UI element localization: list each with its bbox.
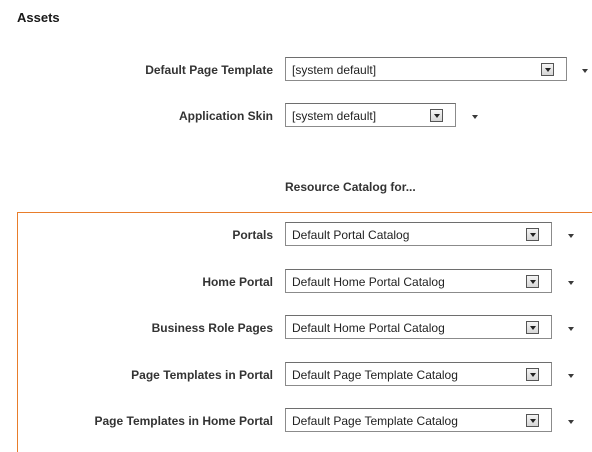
application-skin-value: [system default] [292,109,377,123]
page-template-select[interactable]: [system default] [285,57,567,81]
caret-down-icon[interactable] [568,281,574,285]
dropdown-arrow-icon[interactable] [526,414,539,427]
dropdown-arrow-icon[interactable] [526,228,539,241]
business-role-pages-label: Business Role Pages [151,321,273,335]
section-title: Assets [17,10,60,25]
caret-down-icon[interactable] [568,420,574,424]
caret-down-icon[interactable] [568,327,574,331]
caret-down-icon[interactable] [568,374,574,378]
page-templates-in-portal-catalog-value: Default Page Template Catalog [292,368,458,382]
dropdown-arrow-icon[interactable] [526,368,539,381]
home-portal-catalog-value: Default Home Portal Catalog [292,275,445,289]
caret-down-icon[interactable] [568,234,574,238]
page-templates-in-home-portal-label: Page Templates in Home Portal [94,414,274,428]
dropdown-arrow-icon[interactable] [541,63,554,76]
dropdown-arrow-icon[interactable] [526,275,539,288]
page-template-label: Default Page Template [145,63,273,77]
page-templates-in-portal-label: Page Templates in Portal [131,368,273,382]
home-portal-label: Home Portal [202,275,273,289]
resource-catalog-heading: Resource Catalog for... [285,180,416,194]
portals-catalog-value: Default Portal Catalog [292,228,410,242]
page-templates-in-home-portal-catalog-value: Default Page Template Catalog [292,414,458,428]
page-templates-in-home-portal-catalog-select[interactable]: Default Page Template Catalog [285,408,552,432]
page-template-value: [system default] [292,63,377,77]
application-skin-select[interactable]: [system default] [285,103,456,127]
dropdown-arrow-icon[interactable] [526,321,539,334]
business-role-pages-catalog-select[interactable]: Default Home Portal Catalog [285,315,552,339]
business-role-pages-catalog-value: Default Home Portal Catalog [292,321,445,335]
caret-down-icon[interactable] [472,115,478,119]
portals-label: Portals [232,228,273,242]
caret-down-icon[interactable] [582,69,588,73]
home-portal-catalog-select[interactable]: Default Home Portal Catalog [285,269,552,293]
application-skin-label: Application Skin [178,109,273,123]
dropdown-arrow-icon[interactable] [430,109,443,122]
portals-catalog-select[interactable]: Default Portal Catalog [285,222,552,246]
page-templates-in-portal-catalog-select[interactable]: Default Page Template Catalog [285,362,552,386]
